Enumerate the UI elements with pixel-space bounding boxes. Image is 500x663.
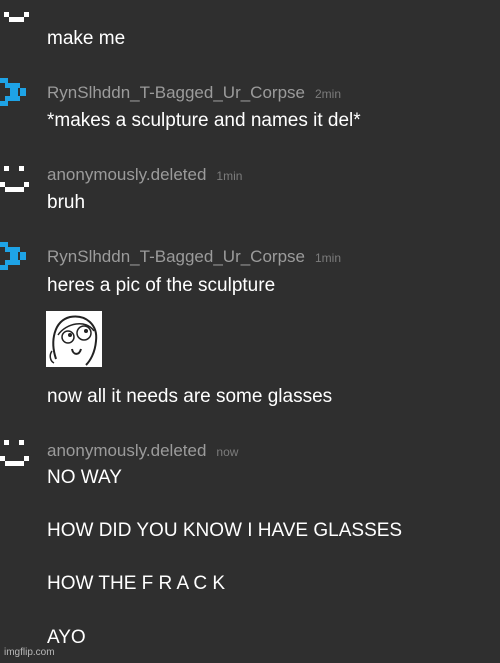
message-text: *makes a sculpture and names it del* (47, 110, 361, 131)
message-text: AYO (47, 627, 86, 648)
message-header: anonymously.deleted now (47, 441, 238, 461)
blue-pixel-avatar-icon[interactable] (0, 78, 32, 112)
blue-pixel-avatar-icon[interactable] (0, 242, 32, 276)
imgflip-watermark: imgflip.com (4, 647, 55, 658)
smiley-avatar-icon[interactable] (0, 0, 32, 30)
message-header: RynSlhddn_T-Bagged_Ur_Corpse 1min (47, 247, 341, 267)
smiley-avatar-icon[interactable] (0, 166, 32, 198)
timestamp: 2min (315, 87, 342, 101)
username[interactable]: anonymously.deleted (47, 165, 206, 184)
smiley-avatar-icon[interactable] (0, 440, 32, 472)
timestamp: now (216, 445, 239, 459)
message-header: anonymously.deleted 1min (47, 165, 242, 185)
timestamp: 1min (315, 251, 342, 265)
message-header: RynSlhddn_T-Bagged_Ur_Corpse 2min (47, 83, 341, 103)
message-text: bruh (47, 192, 86, 213)
message-text: HOW DID YOU KNOW I HAVE GLASSES (47, 520, 403, 541)
derp-face-meme-image[interactable] (46, 311, 102, 367)
username[interactable]: anonymously.deleted (47, 441, 206, 460)
username[interactable]: RynSlhddn_T-Bagged_Ur_Corpse (47, 83, 305, 102)
message-text: HOW THE F R A C K (47, 573, 226, 594)
message-text: now all it needs are some glasses (47, 386, 333, 407)
timestamp: 1min (216, 169, 243, 183)
message-text: make me (47, 28, 126, 49)
message-text: NO WAY (47, 467, 122, 488)
username[interactable]: RynSlhddn_T-Bagged_Ur_Corpse (47, 247, 305, 266)
message-text: heres a pic of the sculpture (47, 275, 276, 296)
